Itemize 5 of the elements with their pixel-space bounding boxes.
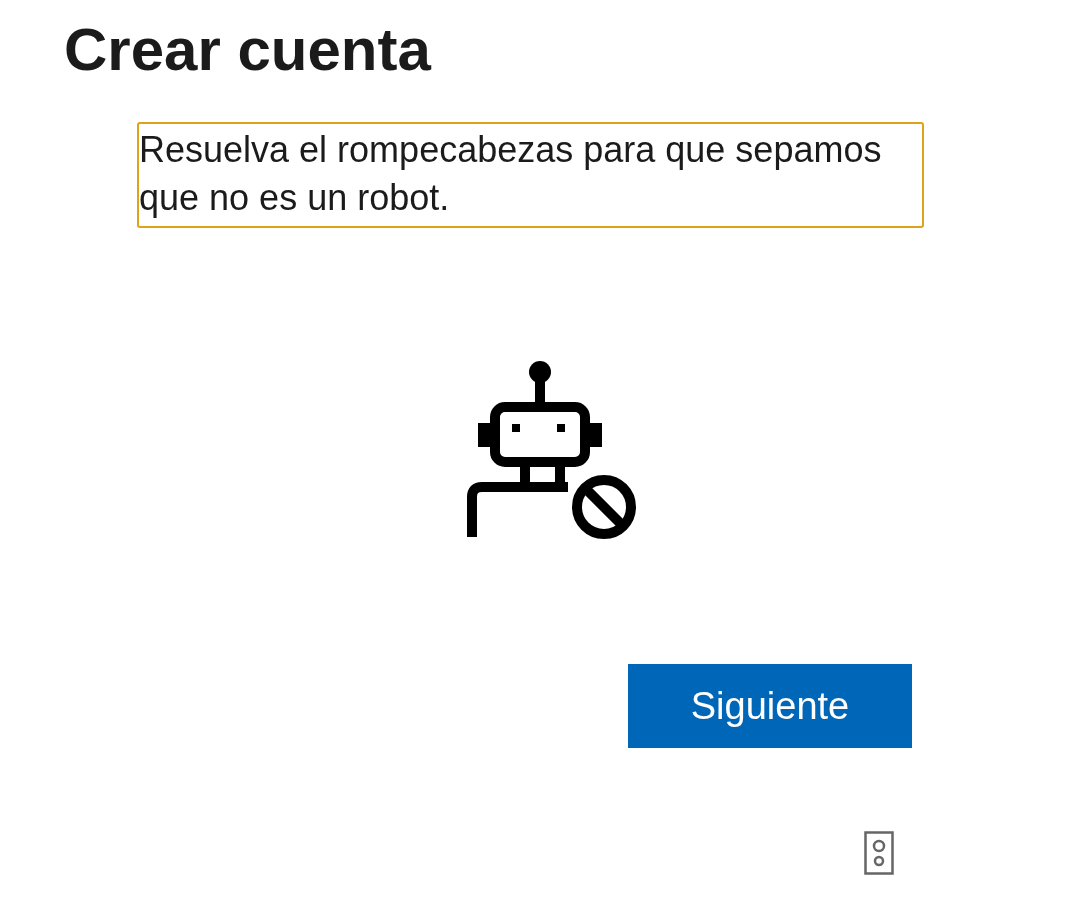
next-button[interactable]: Siguiente: [628, 664, 912, 748]
speaker-icon[interactable]: [864, 831, 894, 875]
puzzle-instructions: Resuelva el rompecabezas para que sepamos que no es un robot.: [137, 122, 924, 228]
blocked-robot-icon: [465, 360, 637, 540]
page-title: Crear cuenta: [64, 15, 433, 85]
